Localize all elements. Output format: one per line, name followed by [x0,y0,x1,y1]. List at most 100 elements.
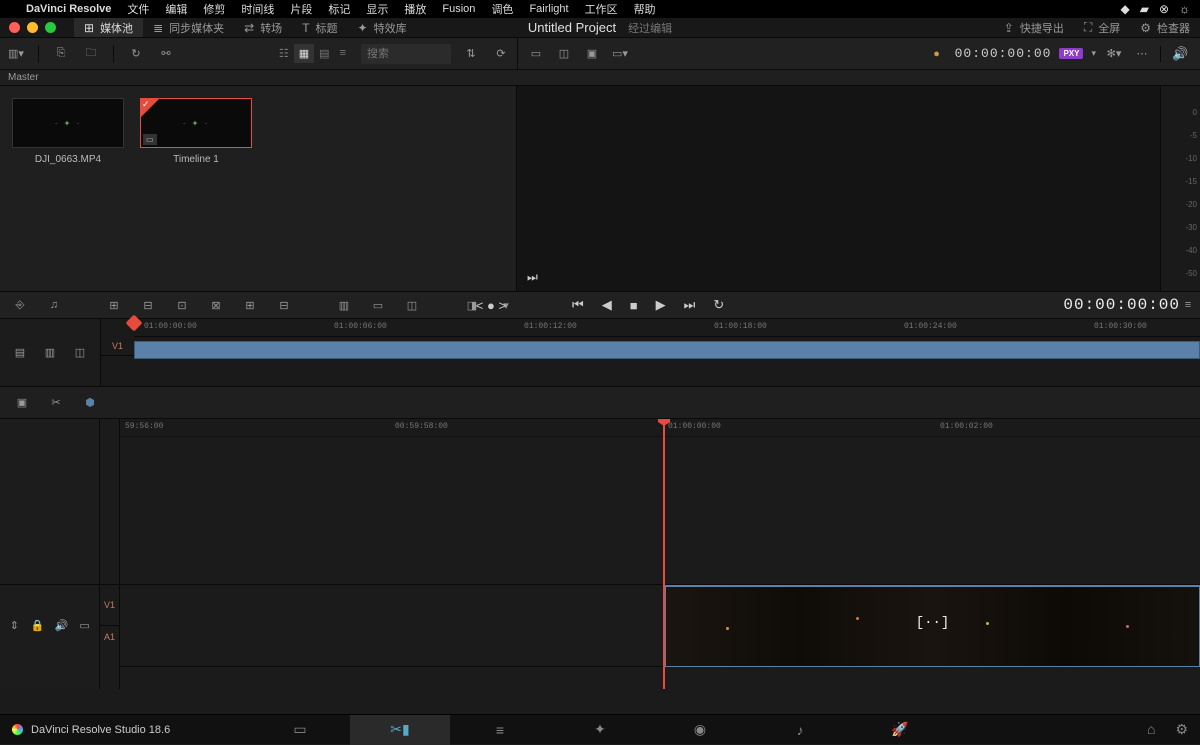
menu-view[interactable]: 显示 [366,1,388,17]
tab-quick-export[interactable]: ⇪快捷导出 [994,18,1074,37]
track-view1-icon[interactable]: ▤ [10,343,30,363]
import-media-icon[interactable]: ⎘ [51,44,71,64]
viewer-opts-icon[interactable]: ⋯ [1132,44,1152,64]
source-viewer[interactable]: ⏭ [517,86,1160,291]
menu-fusion[interactable]: Fusion [442,3,475,15]
more-icon[interactable]: ⟳ [491,44,511,64]
page-cut[interactable]: ✂▮ [350,715,450,745]
clip-item[interactable]: · ✦ · DJI_0663.MP4 [12,98,124,279]
transition-icon[interactable]: ▭ [368,295,388,315]
tab-sync-bin[interactable]: ≣同步媒体夹 [143,18,234,37]
stop-icon[interactable]: ■ [630,298,638,313]
app-name-menu[interactable]: DaVinci Resolve [26,3,111,15]
audio-trim-icon[interactable]: ♫ [44,295,64,315]
mini-track-label[interactable]: V1 [101,337,134,356]
lock-icon[interactable]: ⇕ [8,616,21,636]
audio-track[interactable] [120,666,1200,689]
dissolve-icon[interactable]: ◫ [402,295,422,315]
view-strip-icon[interactable]: ▤ [314,44,334,63]
ripple-icon[interactable]: ⊡ [172,295,192,315]
tab-media-pool[interactable]: ⊞媒体池 [74,18,143,37]
menu-fairlight[interactable]: Fairlight [529,3,568,15]
tl-marker-icon[interactable]: ⬢ [80,393,100,413]
proxy-chevron-icon[interactable]: ▾ [1091,48,1096,59]
tab-titles[interactable]: T标题 [292,18,347,37]
sort-icon[interactable]: ⇅ [461,44,481,64]
track-head-v1[interactable]: V1 [100,584,119,625]
track-mute-icon[interactable]: ▭ [78,616,91,636]
window-close[interactable] [9,22,20,33]
tab-fullscreen[interactable]: ⛶全屏 [1074,18,1130,37]
mini-timeline-clip[interactable] [134,341,1200,359]
record-timecode[interactable]: 00:00:00:00 [1063,296,1180,314]
track-sound-icon[interactable]: 🔊 [55,616,69,636]
page-color[interactable]: ◉ [650,715,750,745]
closeup-icon[interactable]: ⊠ [206,295,226,315]
boring-detector-icon[interactable]: ⎆ [10,295,30,315]
project-settings-icon[interactable]: ⚙ [1175,721,1188,738]
viewer-guides-icon[interactable]: ▭▾ [610,44,630,64]
window-zoom[interactable] [45,22,56,33]
jog-left-icon[interactable]: < ● > [476,298,506,313]
menu-color[interactable]: 调色 [491,1,513,17]
menu-trim[interactable]: 修剪 [203,1,225,17]
proxy-badge[interactable]: PXY [1059,48,1083,59]
clip-item[interactable]: · ✦ ·▭ Timeline 1 [140,98,252,279]
menu-tray[interactable]: ◆▰⊗☼ [1110,2,1190,16]
tl-snap-icon[interactable]: ▣ [12,393,32,413]
menu-workspace[interactable]: 工作区 [585,1,618,17]
loop-icon[interactable]: ↻ [713,297,724,313]
tab-transitions[interactable]: ⇄转场 [234,18,292,37]
menu-help[interactable]: 帮助 [634,1,656,17]
menu-file[interactable]: 文件 [127,1,149,17]
tools-icon[interactable]: ▥ [334,295,354,315]
skip-next-icon[interactable]: ⏭ [527,270,538,285]
project-manager-icon[interactable]: ⌂ [1147,721,1155,738]
bypass-icon[interactable]: ✻▾ [1104,44,1124,64]
menu-edit[interactable]: 编辑 [165,1,187,17]
tl-blade-icon[interactable]: ✂ [46,393,66,413]
timeline-opts-icon[interactable]: ≡ [1178,295,1198,315]
smart-insert-icon[interactable]: ⊞ [104,295,124,315]
source-overwrite-icon[interactable]: ⊟ [274,295,294,315]
timeline-playhead[interactable] [663,419,665,689]
view-metadata-icon[interactable]: ☷ [274,44,294,63]
menu-clip[interactable]: 片段 [290,1,312,17]
place-top-icon[interactable]: ⊞ [240,295,260,315]
bin-list-toggle[interactable]: ▥▾ [6,44,26,64]
search-input[interactable] [361,44,451,64]
prev-clip-icon[interactable]: ⏮ [572,297,584,313]
next-clip-icon[interactable]: ⏭ [684,297,696,313]
track-lock-icon[interactable]: 🔒 [31,616,45,636]
video-clip[interactable]: [··] [665,585,1200,667]
page-edit[interactable]: ≡ [450,715,550,745]
source-timecode[interactable]: 00:00:00:00 [955,46,1052,61]
track-audio-icon[interactable]: ◫ [70,343,90,363]
mini-ruler[interactable]: 01:00:00:00 01:00:06:00 01:00:12:00 01:0… [134,319,1200,337]
play-reverse-icon[interactable]: ◀ [602,297,612,313]
import-folder-icon[interactable]: 🗀 [81,44,101,64]
viewer-safe-icon[interactable]: ▣ [582,44,602,64]
page-deliver[interactable]: 🚀 [850,715,950,745]
sync-icon[interactable]: ↻ [126,44,146,64]
view-thumb-icon[interactable]: ▦ [294,44,314,63]
tab-effects[interactable]: ✦特效库 [348,18,417,37]
master-bin-label[interactable]: Master [0,70,1200,86]
viewer-tool1-icon[interactable]: ▭ [526,44,546,64]
menu-mark[interactable]: 标记 [328,1,350,17]
tab-inspector[interactable]: ⚙检查器 [1130,18,1200,37]
track-view2-icon[interactable]: ▥ [40,343,60,363]
page-fairlight[interactable]: ♪ [750,715,850,745]
menu-timeline[interactable]: 时间线 [241,1,274,17]
timeline-body[interactable]: 59:56:00 00:59:58:00 01:00:00:00 01:00:0… [120,419,1200,689]
play-icon[interactable]: ▶ [656,297,666,313]
page-media[interactable]: ▭ [250,715,350,745]
viewer-tool2-icon[interactable]: ◫ [554,44,574,64]
track-head-a1[interactable]: A1 [100,625,119,648]
append-icon[interactable]: ⊟ [138,295,158,315]
view-list-icon[interactable]: ≡ [335,44,351,63]
page-fusion[interactable]: ✦ [550,715,650,745]
capture-icon[interactable]: ● [927,44,947,64]
menu-playback[interactable]: 播放 [404,1,426,17]
speaker-icon[interactable]: 🔊 [1172,46,1188,62]
